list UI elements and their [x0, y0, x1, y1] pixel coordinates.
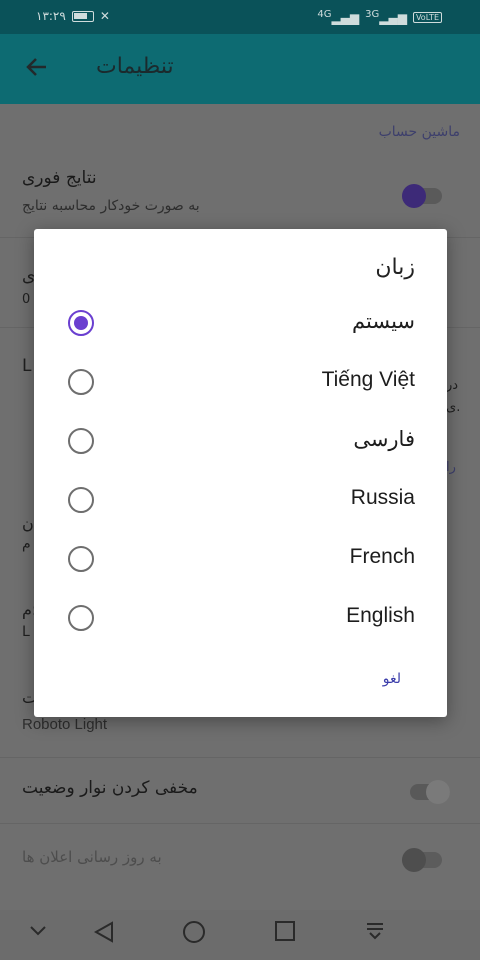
language-option-french[interactable]: French: [34, 531, 447, 587]
toolbar: تنظیمات: [0, 34, 480, 104]
arrow-left-icon[interactable]: [24, 54, 52, 84]
radio-unchecked-icon[interactable]: [68, 605, 94, 631]
hide-status-bar-toggle[interactable]: [410, 780, 450, 804]
language-label: سیستم: [352, 310, 415, 333]
language-label: Tiếng Việt: [321, 368, 415, 391]
row5-sub-fragment: L: [22, 624, 30, 640]
row2-sub-fragment: 0: [22, 292, 31, 307]
setting-title: مخفی کردن نوار وضعیت: [22, 778, 198, 798]
cancel-button[interactable]: لغو: [383, 671, 401, 687]
row4-title-fragment: ن: [22, 514, 34, 533]
section-header: ماشین حساب: [378, 124, 460, 140]
toggle-knob: [402, 184, 426, 208]
language-label: Russia: [350, 486, 415, 509]
toggle-knob: [426, 780, 450, 804]
notification-drawer-icon[interactable]: [364, 920, 386, 949]
radio-unchecked-icon[interactable]: [68, 546, 94, 572]
language-option-russia[interactable]: Russia: [34, 472, 447, 528]
row3-left-fragment: L: [22, 356, 32, 376]
volte-badge: VoLTE: [412, 11, 442, 23]
setting-title: به روز رسانی اعلان ها: [22, 848, 162, 866]
language-option-system[interactable]: سیستم: [34, 295, 447, 351]
language-option-persian[interactable]: فارسی: [34, 413, 447, 469]
row4-sub-fragment: م: [22, 536, 31, 552]
row3-right-fragment-3: را: [446, 460, 456, 475]
font-value: Roboto Light: [22, 716, 108, 733]
clock: ۱۳:۲۹: [36, 9, 66, 23]
setting-title: نتایج فوری: [22, 168, 97, 188]
toggle-knob: [402, 848, 426, 872]
signal-3g-icon: 3G▂▄▆: [365, 9, 407, 25]
notifications-toggle[interactable]: [402, 848, 442, 872]
row3-right-fragment-2: ی.: [446, 400, 461, 415]
status-left: ۱۳:۲۹ ✕: [36, 9, 110, 23]
radio-dot: [74, 316, 88, 330]
radio-checked-icon[interactable]: [68, 310, 94, 336]
battery-icon: [71, 10, 94, 22]
status-bar: ۱۳:۲۹ ✕ 4G▂▄▆ 3G▂▄▆ VoLTE: [0, 0, 480, 34]
language-option-vietnamese[interactable]: Tiếng Việt: [34, 354, 447, 410]
language-dialog: زبان سیستم Tiếng Việt فارسی Russia Frenc…: [34, 229, 447, 717]
instant-results-toggle[interactable]: [402, 184, 442, 208]
signal-4g-icon: 4G▂▄▆: [317, 9, 360, 25]
chevron-down-icon[interactable]: [28, 920, 48, 947]
page-title: تنظیمات: [96, 54, 174, 79]
radio-unchecked-icon[interactable]: [68, 369, 94, 395]
setting-subtitle: به صورت خودکار محاسبه نتایج: [22, 198, 200, 214]
radio-unchecked-icon[interactable]: [68, 428, 94, 454]
row3-right-fragment-1: در: [446, 378, 459, 393]
status-right: 4G▂▄▆ 3G▂▄▆ VoLTE: [317, 9, 442, 25]
radio-unchecked-icon[interactable]: [68, 487, 94, 513]
dialog-title: زبان: [375, 255, 415, 280]
back-triangle-icon[interactable]: [92, 920, 116, 951]
language-label: English: [346, 604, 415, 627]
recents-square-icon[interactable]: [274, 920, 296, 949]
home-circle-icon[interactable]: [182, 920, 206, 951]
setting-hide-status-bar[interactable]: مخفی کردن نوار وضعیت: [0, 758, 480, 824]
setting-notifications[interactable]: به روز رسانی اعلان ها: [0, 824, 480, 894]
navigation-bar: [0, 910, 480, 960]
mute-icon: ✕: [99, 9, 110, 23]
language-label: فارسی: [353, 428, 415, 451]
language-label: French: [349, 545, 415, 568]
language-option-english[interactable]: English: [34, 590, 447, 646]
setting-instant-results[interactable]: نتایج فوری به صورت خودکار محاسبه نتایج: [0, 156, 480, 238]
